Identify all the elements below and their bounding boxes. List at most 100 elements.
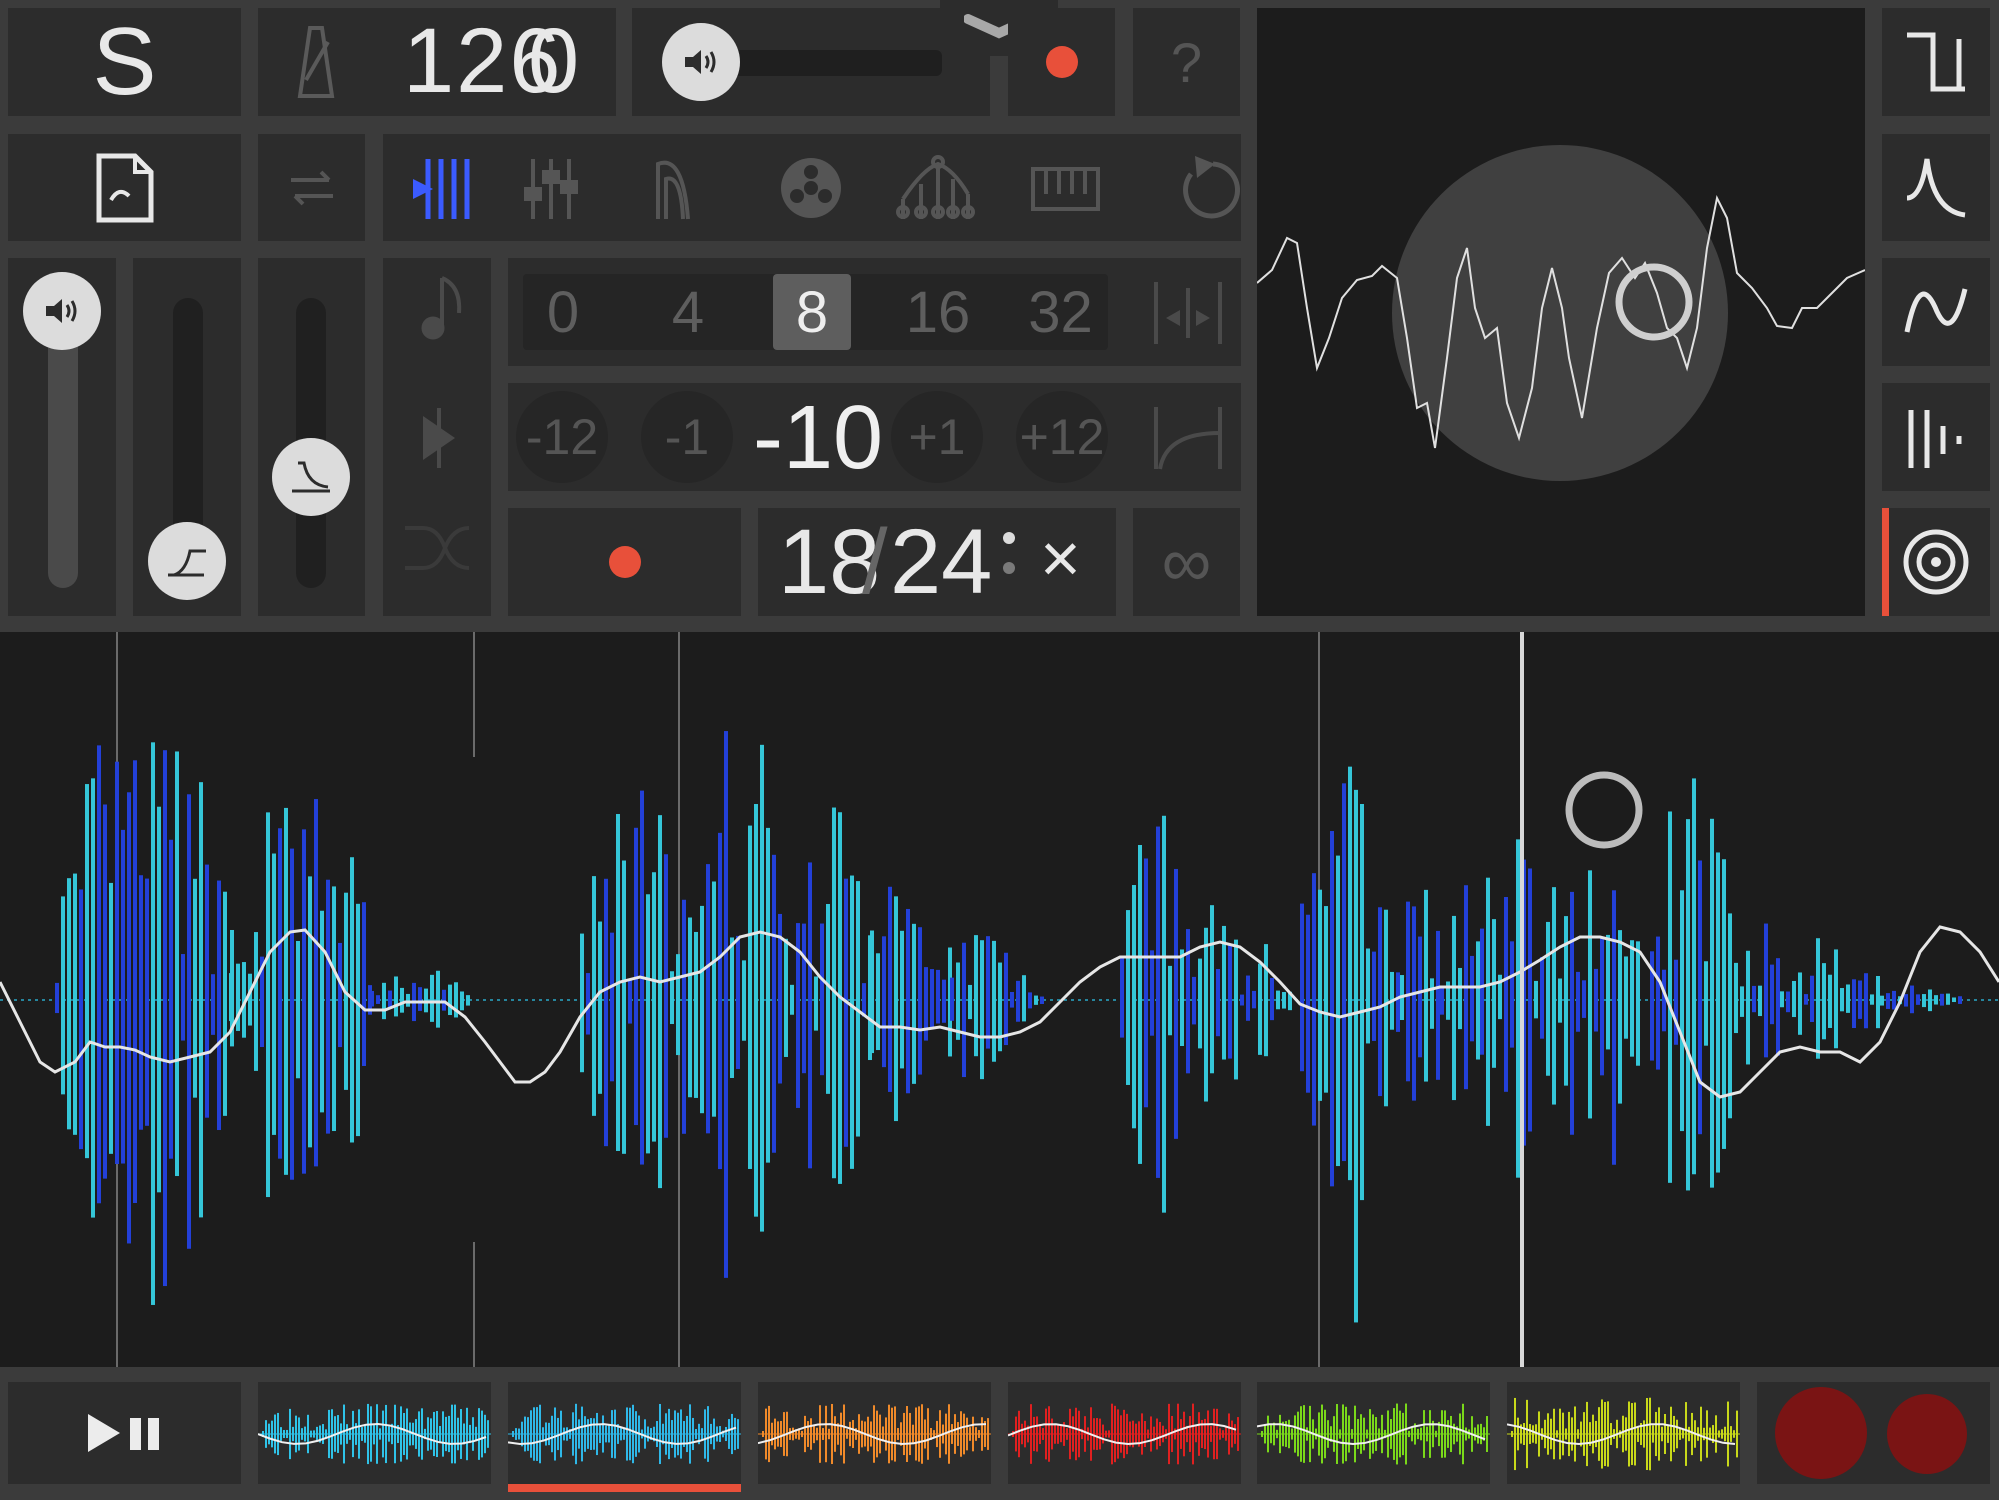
waveform-bar [1952, 997, 1956, 1003]
tool-envelope-icon[interactable] [656, 160, 690, 220]
attack-slider[interactable] [133, 258, 241, 616]
waveform-bar [1892, 990, 1896, 1010]
clip-wave-bar [873, 1405, 875, 1463]
record-button[interactable] [508, 508, 741, 616]
clip-wave-bar [1465, 1427, 1467, 1441]
xy-pad[interactable] [1257, 8, 1865, 616]
waveform-bar [1168, 965, 1172, 1036]
waveform-bar [906, 908, 910, 1094]
shape-bell-button[interactable] [1882, 134, 1990, 241]
swap-button[interactable] [258, 134, 365, 241]
clip-slot[interactable] [1008, 1382, 1241, 1484]
split-icon[interactable] [1148, 278, 1228, 348]
waveform-bar [1300, 903, 1304, 1072]
tool-grid-icon[interactable] [408, 154, 484, 224]
pitch-minus-12[interactable]: -12 [516, 391, 608, 483]
clip-slot[interactable] [1257, 1382, 1490, 1484]
shape-square-button[interactable] [1882, 8, 1990, 116]
waveform-bar [1910, 985, 1914, 1014]
waveform-bar [1458, 967, 1462, 1030]
clip-wave-bar [539, 1404, 541, 1464]
clip-slot[interactable] [258, 1382, 491, 1484]
waveform-bar [382, 982, 386, 1020]
clip-wave-bar [927, 1408, 929, 1460]
waveform-bar [942, 979, 946, 1023]
shape-sine-button[interactable] [1882, 258, 1990, 366]
clip-wave-bar [710, 1423, 712, 1445]
shape-target-button[interactable] [1882, 508, 1990, 616]
clip-wave-bar [1321, 1404, 1323, 1464]
help-button[interactable]: ? [1133, 8, 1240, 116]
waveform-bar [1028, 992, 1032, 1009]
volume-knob[interactable] [662, 23, 740, 101]
grid-option-8[interactable]: 8 [773, 274, 851, 350]
waveform-bar [1476, 941, 1480, 1060]
waveform-bar [1528, 868, 1532, 1132]
pitch-minus-1[interactable]: -1 [641, 391, 733, 483]
waveform-bar [272, 853, 276, 1135]
clip-wave-bar [1480, 1423, 1482, 1445]
clip-wave-bar [674, 1410, 676, 1458]
play-mode-icon[interactable] [423, 408, 455, 468]
clip-wave-bar [912, 1424, 914, 1444]
waveform-view[interactable] [0, 632, 1999, 1367]
waveform-bar [169, 839, 173, 1159]
tool-loop-icon[interactable] [1183, 156, 1240, 219]
clip-wave-bar [590, 1418, 592, 1450]
volume-channel[interactable] [8, 258, 116, 616]
attack-knob[interactable] [148, 522, 226, 600]
clip-wave-bar [1450, 1415, 1452, 1453]
clip-wave-bar [954, 1414, 956, 1454]
grid-option-16[interactable]: 16 [893, 274, 983, 350]
tool-mixer-icon[interactable] [524, 159, 578, 219]
clip-wave-bar [1105, 1430, 1107, 1438]
shuffle-icon[interactable] [405, 526, 470, 570]
clip-wave-bar [1429, 1410, 1431, 1458]
clip-wave-bar [1646, 1398, 1648, 1470]
clip-wave-bar [1595, 1420, 1597, 1448]
clip-wave-bar [1333, 1416, 1335, 1452]
file-button[interactable] [8, 134, 241, 241]
clip-wave-bar [1096, 1418, 1098, 1450]
grid-option-4[interactable]: 4 [648, 274, 728, 350]
grid-option-0[interactable]: 0 [523, 274, 603, 350]
tool-keyboard-icon[interactable] [1031, 167, 1100, 211]
waveform-bar [1126, 910, 1130, 1085]
clip-slot-empty[interactable] [1757, 1382, 1990, 1484]
clip-slot[interactable] [758, 1382, 991, 1484]
play-pause-button[interactable] [8, 1382, 241, 1484]
clip-wave-bar [385, 1404, 387, 1464]
scrub-handle[interactable] [1565, 771, 1643, 849]
loop-counter[interactable]: 18 / 24 × [758, 508, 1116, 616]
clip-wave-bar [924, 1419, 926, 1449]
trim-icon[interactable] [1148, 403, 1228, 473]
file-icon [96, 153, 153, 222]
tempo-display[interactable]: 126 0 [258, 8, 616, 116]
clip-wave-bar [1093, 1418, 1095, 1450]
pitch-plus-1[interactable]: +1 [891, 391, 983, 483]
waveform-bar [199, 782, 203, 1218]
release-slider[interactable] [258, 258, 365, 616]
note-icon[interactable] [421, 276, 462, 340]
waveform-bar [1916, 994, 1920, 1005]
waveform-bar [936, 969, 940, 1024]
waveform-bar [1492, 919, 1496, 1068]
loop-multiply[interactable]: × [1040, 518, 1081, 598]
tool-reel-icon[interactable] [781, 158, 841, 218]
tool-eq-icon[interactable] [896, 155, 975, 219]
infinite-loop-button[interactable]: ∞ [1133, 508, 1240, 616]
clip-wave-bar [593, 1418, 595, 1450]
clip-wave-bar [376, 1404, 378, 1464]
shape-pulse-button[interactable] [1882, 383, 1990, 491]
pitch-plus-12[interactable]: +12 [1016, 391, 1108, 483]
master-volume-slider[interactable] [632, 8, 990, 116]
channel-volume-knob[interactable] [23, 272, 101, 350]
record-arm-button[interactable] [1008, 8, 1115, 116]
clip-slot[interactable] [1507, 1382, 1740, 1484]
release-knob[interactable] [272, 438, 350, 516]
grid-option-32[interactable]: 32 [1013, 274, 1108, 350]
clip-wave-bar [762, 1430, 764, 1438]
logo-button[interactable]: S [8, 8, 241, 116]
clip-wave-bar [1237, 1417, 1239, 1451]
clip-slot[interactable] [508, 1382, 741, 1492]
